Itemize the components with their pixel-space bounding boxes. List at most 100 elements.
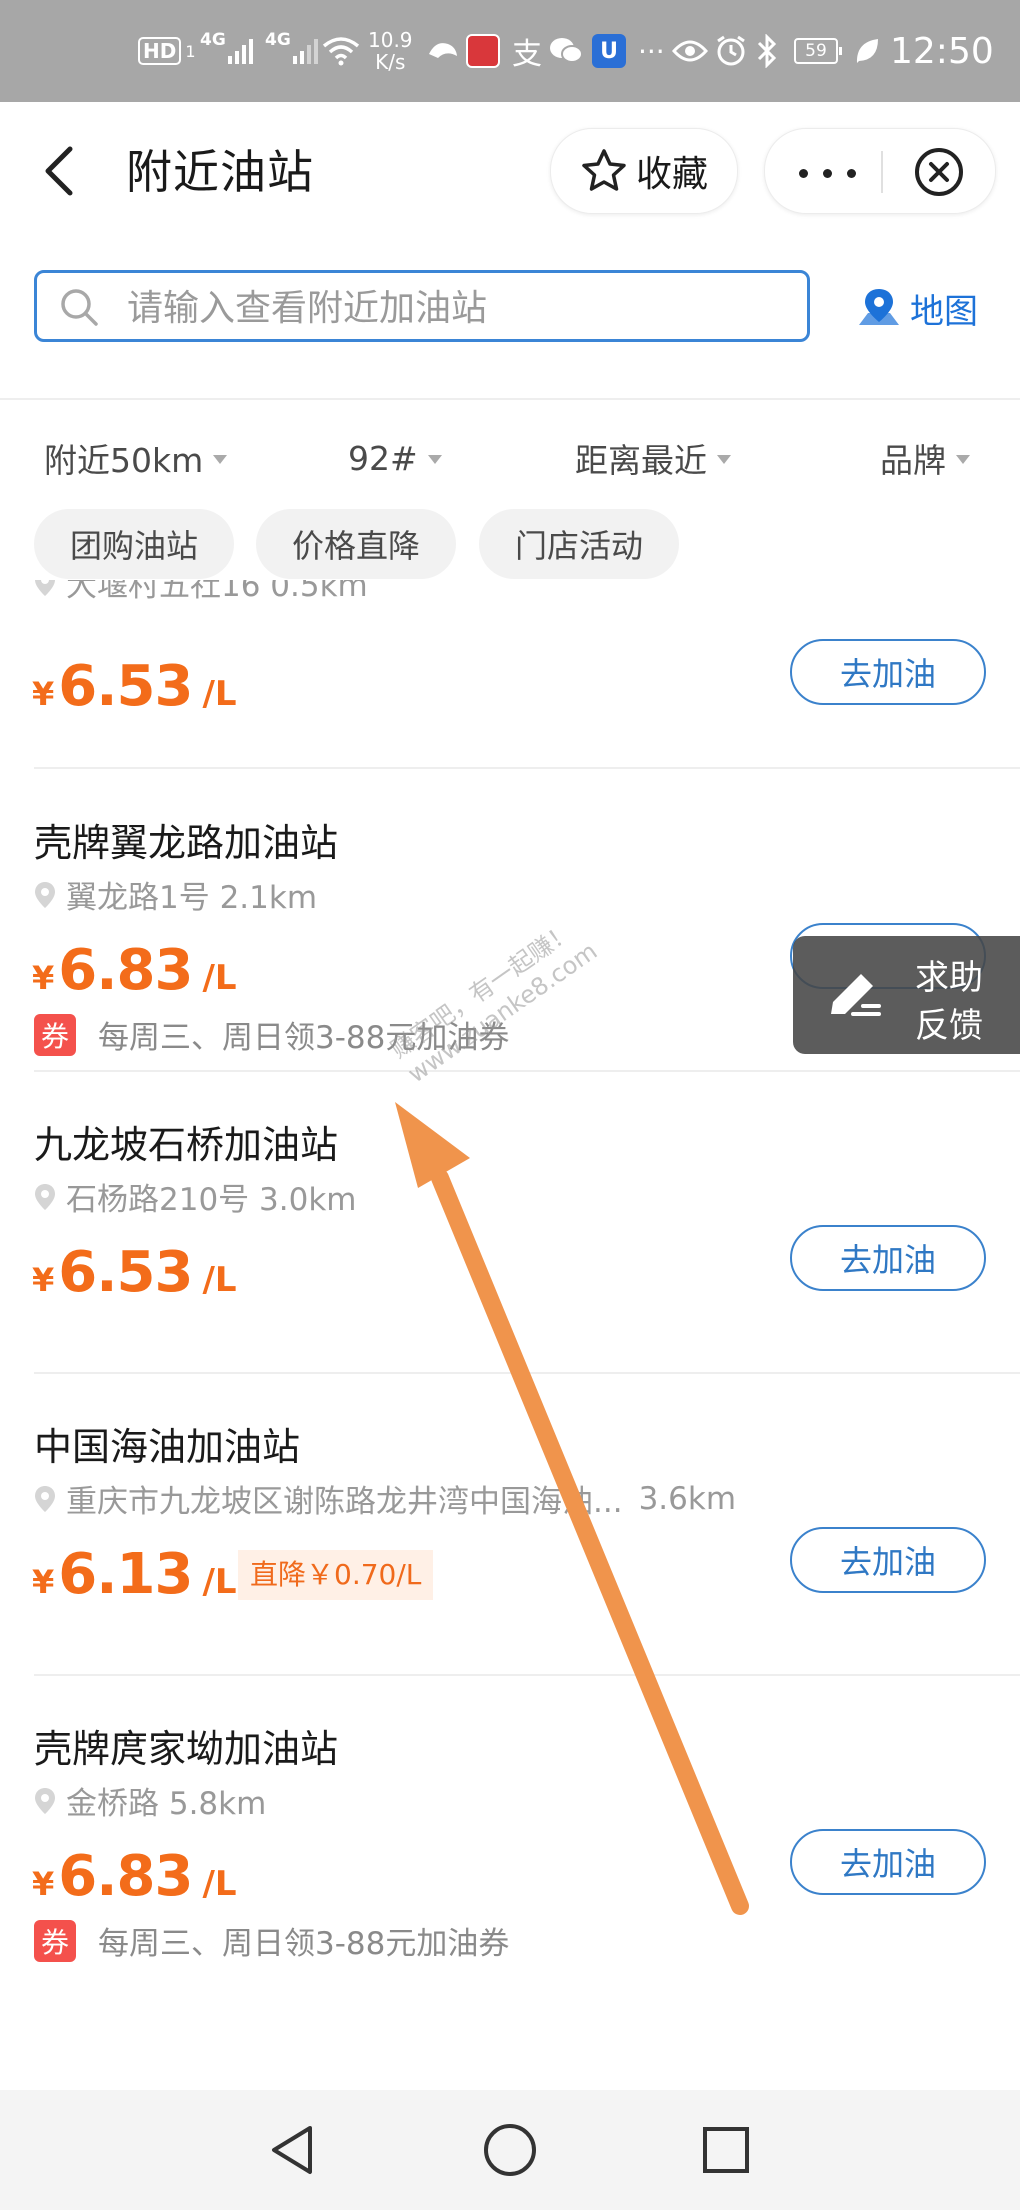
location-pin-icon (35, 1787, 55, 1814)
help-label-1: 求助 (915, 958, 983, 998)
price-value: 6.13 (58, 1542, 193, 1607)
station-name: 壳牌庹家坳加油站 (34, 1727, 339, 1771)
coupon-tag: 券 (34, 1919, 76, 1962)
station-address: 金桥路 5.8km (34, 1778, 266, 1823)
go-refuel-button[interactable]: 去加油 (790, 1829, 986, 1895)
chip-store-activity[interactable]: 门店活动 (479, 509, 679, 579)
go-refuel-button[interactable]: 去加油 (790, 1527, 986, 1593)
station-price: ¥ 6.53 /L (32, 654, 237, 719)
speed-unit: K/s (375, 50, 406, 74)
price-unit: /L (202, 958, 237, 998)
miniapp-capsule (764, 128, 996, 214)
station-price: ¥ 6.53 /L (32, 1240, 237, 1305)
signal-icon: 4G (265, 0, 321, 102)
location-pin-icon (35, 881, 55, 908)
bluetooth-icon (756, 0, 778, 102)
station-distance: 3.6km (638, 1480, 737, 1517)
price-currency: ¥ (32, 959, 55, 997)
map-label: 地图 (910, 291, 978, 332)
filter-distance-label: 附近50km (44, 441, 204, 480)
battery-level: 59 (794, 38, 842, 64)
chip-group-buy[interactable]: 团购油站 (34, 509, 234, 579)
station-price: ¥ 6.83 /L (32, 1844, 237, 1909)
alarm-icon (714, 0, 748, 102)
coupon-row: 券 每周三、周日领3-88元加油券 (34, 1918, 509, 1963)
station-address-text: 翼龙路1号 2.1km (66, 880, 318, 916)
more-options-icon[interactable] (799, 169, 859, 178)
divider (0, 398, 1020, 400)
station-name: 九龙坡石桥加油站 (34, 1123, 339, 1167)
price-value: 6.53 (58, 654, 193, 719)
filter-sort[interactable]: 距离最近 (575, 436, 731, 480)
location-pin-icon (35, 1183, 55, 1210)
shield-app-icon: U (592, 0, 626, 102)
wifi-icon (322, 0, 360, 102)
price-unit: /L (202, 674, 237, 714)
station-name: 中国海油加油站 (34, 1425, 301, 1469)
title-bar: 附近油站 收藏 (0, 102, 1020, 242)
favorite-label: 收藏 (635, 154, 708, 195)
eye-icon (672, 0, 708, 102)
price-unit: /L (202, 1260, 237, 1300)
edit-icon (831, 974, 881, 1016)
list-item[interactable]: 中国海油加油站 重庆市九龙坡区谢陈路龙井湾中国海油... 3.6km ¥ 6.1… (0, 1374, 1020, 1676)
sim-label: 1 (185, 41, 196, 61)
chevron-down-icon (213, 454, 228, 464)
page-title: 附近油站 (126, 145, 314, 199)
filter-fuel-label: 92# (348, 438, 418, 478)
capsule-divider (881, 151, 883, 193)
go-refuel-button[interactable]: 去加油 (790, 639, 986, 705)
station-list: 大堰村五社16 0.5km ¥ 6.53 /L 去加油 壳牌翼龙路加油站 翼龙路… (0, 580, 1020, 2090)
station-address-text: 金桥路 5.8km (66, 1786, 267, 1822)
alipay-icon: 支 (512, 37, 542, 72)
station-address: 石杨路210号 3.0km (34, 1174, 356, 1219)
chevron-down-icon (427, 454, 442, 464)
wechat-icon (548, 0, 584, 102)
station-address: 大堰村五社16 0.5km (34, 580, 368, 605)
app-notification-icon (426, 0, 460, 102)
filter-brand-label: 品牌 (880, 441, 946, 480)
chevron-down-icon (717, 454, 731, 464)
map-button[interactable]: 地图 (856, 284, 978, 332)
list-item[interactable]: 壳牌庹家坳加油站 金桥路 5.8km ¥ 6.83 /L 去加油 券 每周三、周… (0, 1676, 1020, 2090)
nav-home-icon[interactable] (480, 2120, 540, 2180)
chip-price-drop[interactable]: 价格直降 (256, 509, 456, 579)
nav-recent-icon[interactable] (696, 2120, 756, 2180)
favorite-button[interactable]: 收藏 (550, 128, 738, 214)
divider (34, 767, 1020, 769)
back-icon[interactable] (30, 139, 94, 203)
price-drop-badge: 直降￥0.70/L (238, 1550, 434, 1600)
coupon-text: 每周三、周日领3-88元加油券 (98, 1020, 510, 1056)
location-pin-icon (35, 1485, 55, 1512)
help-label-2: 反馈 (915, 1006, 983, 1046)
map-pin-icon (859, 289, 899, 325)
more-dots-icon: ··· (638, 34, 665, 68)
price-value: 6.83 (58, 1844, 193, 1909)
list-item[interactable]: 大堰村五社16 0.5km ¥ 6.53 /L 去加油 (0, 580, 1020, 770)
nav-back-icon[interactable] (262, 2120, 322, 2180)
list-item[interactable]: 九龙坡石桥加油站 石杨路210号 3.0km ¥ 6.53 /L 去加油 (0, 1072, 1020, 1374)
help-feedback-button[interactable]: 求助 反馈 (793, 936, 1020, 1054)
filter-sort-label: 距离最近 (575, 441, 707, 480)
price-currency: ¥ (32, 1261, 55, 1299)
system-nav-bar (0, 2090, 1020, 2210)
signal-icon: 4G (200, 0, 256, 102)
price-value: 6.53 (58, 1240, 193, 1305)
speed-value: 10.9 (368, 28, 413, 52)
clock: 12:50 (890, 30, 994, 72)
search-input[interactable] (125, 281, 789, 335)
leaf-icon (854, 0, 880, 102)
filter-brand[interactable]: 品牌 (880, 436, 970, 480)
search-bar[interactable] (34, 270, 810, 342)
close-icon[interactable] (913, 146, 965, 198)
coupon-tag: 券 (34, 1013, 76, 1056)
price-unit: /L (202, 1562, 237, 1602)
filter-distance[interactable]: 附近50km (44, 436, 228, 480)
filter-fuel[interactable]: 92# (348, 436, 442, 480)
coupon-text: 每周三、周日领3-88元加油券 (98, 1926, 510, 1962)
go-refuel-button[interactable]: 去加油 (790, 1225, 986, 1291)
price-currency: ¥ (32, 1865, 55, 1903)
star-icon (582, 149, 626, 191)
network-speed: 10.9 K/s (368, 0, 413, 102)
price-unit: /L (202, 1864, 237, 1904)
